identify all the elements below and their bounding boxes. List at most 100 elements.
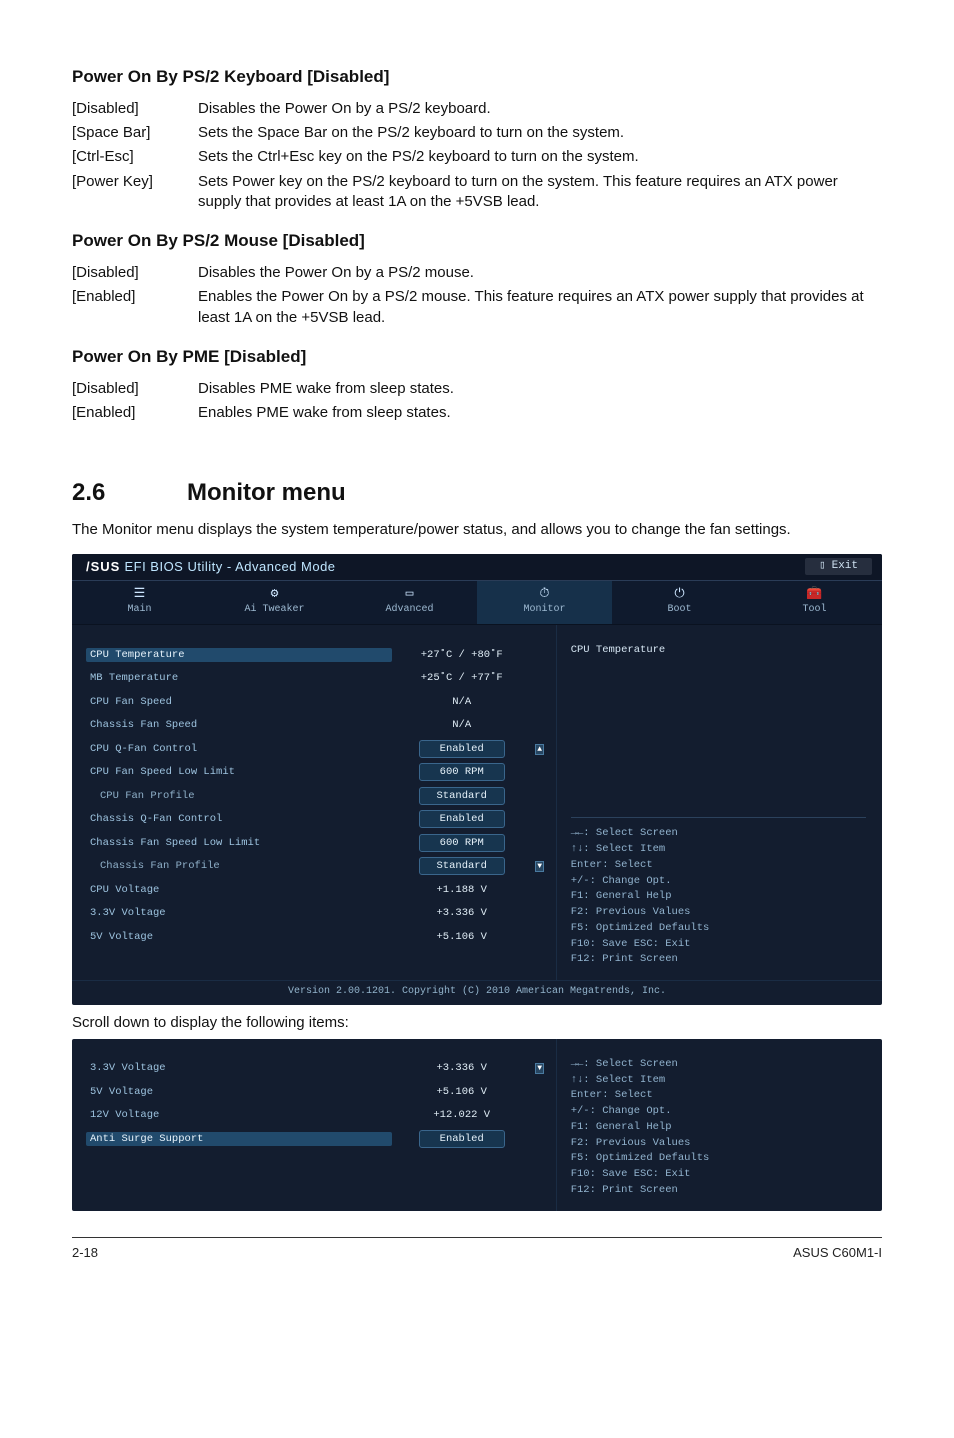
opt-desc: Enables PME wake from sleep states. [198, 403, 882, 423]
power-icon: ⏻ [612, 587, 747, 601]
bios-setting-row[interactable]: MB Temperature+25˚C / +77˚F [90, 667, 548, 691]
bios-hints: →←: Select Screen↑↓: Select ItemEnter: S… [571, 817, 866, 968]
bios-setting-value: +12.022 V [392, 1108, 532, 1122]
scroll-down-icon[interactable]: ▼ [535, 861, 544, 872]
bios-setting-label: Chassis Fan Speed Low Limit [90, 836, 392, 850]
bios-setting-value[interactable]: Standard [392, 857, 532, 875]
tab-boot[interactable]: ⏻Boot [612, 581, 747, 625]
bios-setting-label: CPU Temperature [86, 648, 392, 662]
toolbox-icon: 🧰 [747, 587, 882, 601]
scroll-note: Scroll down to display the following ite… [72, 1013, 882, 1033]
opt-desc: Sets the Space Bar on the PS/2 keyboard … [198, 123, 882, 143]
bios-setting-row[interactable]: Chassis Fan SpeedN/A [90, 714, 548, 738]
section-title-mouse: Power On By PS/2 Mouse [Disabled] [72, 230, 882, 253]
bios-setting-label: CPU Voltage [90, 883, 392, 897]
bios-setting-row[interactable]: Chassis Fan ProfileStandard▼ [90, 855, 548, 879]
opt-key: [Ctrl-Esc] [72, 147, 198, 167]
page-number: 2-18 [72, 1244, 98, 1262]
opt-key: [Disabled] [72, 379, 198, 399]
bios-brand: /SUS EFI BIOS Utility - Advanced Mode [86, 558, 336, 576]
section-number: 2.6 [72, 477, 187, 509]
bios-setting-label: Anti Surge Support [86, 1132, 392, 1146]
opt-key: [Disabled] [72, 263, 198, 283]
bios-setting-label: CPU Q-Fan Control [90, 742, 392, 756]
bios-setting-row[interactable]: 5V Voltage+5.106 V [90, 1080, 548, 1104]
section-title-pme: Power On By PME [Disabled] [72, 346, 882, 369]
bios-setting-row[interactable]: 12V Voltage+12.022 V [90, 1104, 548, 1128]
opt-desc: Disables PME wake from sleep states. [198, 379, 882, 399]
bios-setting-value[interactable]: Enabled [392, 740, 532, 758]
bios-setting-row[interactable]: Chassis Q-Fan ControlEnabled [90, 808, 548, 832]
bios-setting-label: CPU Fan Profile [90, 789, 392, 803]
bios-setting-label: 12V Voltage [90, 1108, 392, 1122]
section-intro: The Monitor menu displays the system tem… [72, 520, 882, 540]
bios-setting-value: +3.336 V [392, 1061, 532, 1075]
bios-setting-label: 5V Voltage [90, 1085, 392, 1099]
bios-setting-value: N/A [392, 718, 532, 732]
bios-setting-label: CPU Fan Speed [90, 695, 392, 709]
bios-setting-label: Chassis Fan Speed [90, 718, 392, 732]
bios-setting-label: Chassis Fan Profile [90, 859, 392, 873]
gauge-icon: ⏱ [477, 587, 612, 601]
section-heading: Monitor menu [187, 477, 346, 509]
tab-monitor[interactable]: ⏱Monitor [477, 581, 612, 625]
bios-setting-row[interactable]: CPU Fan SpeedN/A [90, 690, 548, 714]
bios-setting-row[interactable]: CPU Fan Speed Low Limit600 RPM [90, 761, 548, 785]
opt-key: [Power Key] [72, 172, 198, 213]
tab-main[interactable]: ☰Main [72, 581, 207, 625]
bios-setting-row[interactable]: CPU Q-Fan ControlEnabled▲ [90, 737, 548, 761]
opt-desc: Enables the Power On by a PS/2 mouse. Th… [198, 287, 882, 328]
tab-advanced[interactable]: ▭Advanced [342, 581, 477, 625]
option-list-kbd: [Disabled]Disables the Power On by a PS/… [72, 99, 882, 212]
bios-setting-value: N/A [392, 695, 532, 709]
scroll-down-icon[interactable]: ▼ [535, 1063, 544, 1074]
bios-tabstrip: ☰Main ⚙Ai Tweaker ▭Advanced ⏱Monitor ⏻Bo… [72, 580, 882, 626]
bios-setting-value[interactable]: Enabled [392, 1130, 532, 1148]
exit-icon: ▯ [819, 559, 826, 574]
bios-setting-value: +25˚C / +77˚F [392, 671, 532, 685]
bios-setting-value: +3.336 V [392, 906, 532, 920]
bios-panel: /SUS EFI BIOS Utility - Advanced Mode ▯E… [72, 554, 882, 1005]
bios-setting-label: Chassis Q-Fan Control [90, 812, 392, 826]
bios-setting-row[interactable]: CPU Temperature+27˚C / +80˚F [90, 643, 548, 667]
opt-desc: Sets the Ctrl+Esc key on the PS/2 keyboa… [198, 147, 882, 167]
bios-setting-value: +27˚C / +80˚F [392, 648, 532, 662]
opt-key: [Enabled] [72, 403, 198, 423]
scroll-up-icon[interactable]: ▲ [535, 744, 544, 755]
opt-desc: Disables the Power On by a PS/2 keyboard… [198, 99, 882, 119]
option-list-pme: [Disabled]Disables PME wake from sleep s… [72, 379, 882, 424]
opt-key: [Disabled] [72, 99, 198, 119]
bios-setting-row[interactable]: Anti Surge SupportEnabled [90, 1127, 548, 1151]
bios-setting-row[interactable]: 3.3V Voltage+3.336 V▼ [90, 1057, 548, 1081]
bios-setting-value[interactable]: 600 RPM [392, 834, 532, 852]
exit-button[interactable]: ▯Exit [805, 558, 872, 575]
bios-setting-value: +1.188 V [392, 883, 532, 897]
bios-setting-value[interactable]: Standard [392, 787, 532, 805]
bios-setting-row[interactable]: 3.3V Voltage+3.336 V [90, 902, 548, 926]
bios-panel-scrolled: 3.3V Voltage+3.336 V▼5V Voltage+5.106 V1… [72, 1039, 882, 1211]
bios-version-footer: Version 2.00.1201. Copyright (C) 2010 Am… [72, 980, 882, 1005]
bios-setting-row[interactable]: CPU Fan ProfileStandard [90, 784, 548, 808]
bios-setting-value[interactable]: 600 RPM [392, 763, 532, 781]
bios-setting-value[interactable]: Enabled [392, 810, 532, 828]
bios-setting-label: 5V Voltage [90, 930, 392, 944]
bios-setting-label: 3.3V Voltage [90, 906, 392, 920]
bios-setting-label: CPU Fan Speed Low Limit [90, 765, 392, 779]
bios-setting-row[interactable]: 5V Voltage+5.106 V [90, 925, 548, 949]
tab-tool[interactable]: 🧰Tool [747, 581, 882, 625]
option-list-mouse: [Disabled]Disables the Power On by a PS/… [72, 263, 882, 328]
chip-icon: ▭ [342, 587, 477, 601]
list-icon: ☰ [72, 587, 207, 601]
bios-setting-row[interactable]: Chassis Fan Speed Low Limit600 RPM [90, 831, 548, 855]
opt-key: [Space Bar] [72, 123, 198, 143]
bios-hints: →←: Select Screen↑↓: Select ItemEnter: S… [571, 1057, 866, 1199]
bios-setting-row[interactable]: CPU Voltage+1.188 V [90, 878, 548, 902]
product-name: ASUS C60M1-I [793, 1244, 882, 1262]
opt-key: [Enabled] [72, 287, 198, 328]
bios-setting-label: 3.3V Voltage [90, 1061, 392, 1075]
tab-ai-tweaker[interactable]: ⚙Ai Tweaker [207, 581, 342, 625]
section-title-kbd: Power On By PS/2 Keyboard [Disabled] [72, 66, 882, 89]
bios-setting-label: MB Temperature [90, 671, 392, 685]
opt-desc: Sets Power key on the PS/2 keyboard to t… [198, 172, 882, 213]
bios-help-title: CPU Temperature [571, 643, 866, 657]
